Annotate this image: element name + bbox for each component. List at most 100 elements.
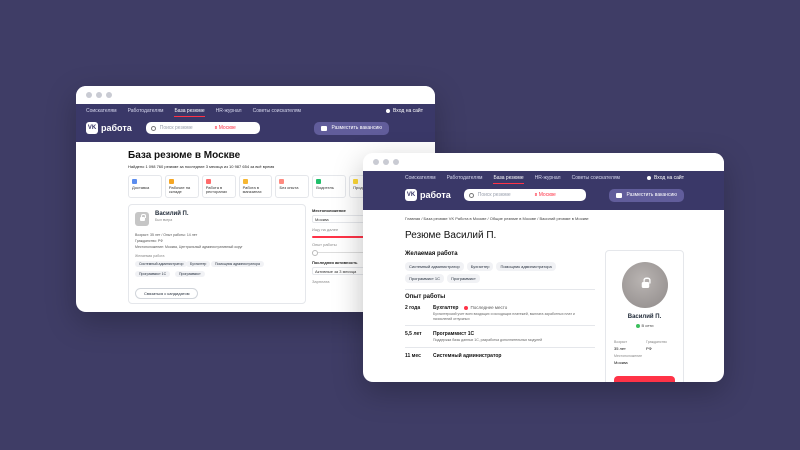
search-placeholder: Поиск резюме	[477, 192, 511, 198]
window-titlebar	[76, 86, 435, 104]
window-dot[interactable]	[373, 159, 379, 165]
dot-icon	[464, 305, 469, 310]
nav-item-employers[interactable]: Работодателям	[128, 108, 164, 114]
page-title: Резюме Василий П.	[405, 230, 497, 241]
badge-label: Последнее место	[470, 305, 508, 310]
login-link[interactable]: Вход на сайт	[386, 108, 423, 114]
search-icon	[150, 125, 156, 131]
job-chip[interactable]: Системный администратор	[135, 261, 188, 267]
online-dot-icon	[635, 323, 640, 328]
top-nav: Соискателям Работодателям База резюме HR…	[363, 171, 724, 185]
login-label: Вход на сайт	[654, 175, 684, 181]
top-nav: Соискателям Работодателям База резюме HR…	[76, 104, 435, 118]
search-icon	[468, 192, 474, 198]
post-vacancy-label: Разместить вакансию	[626, 192, 677, 198]
category-label: Рабочие на складе	[168, 185, 191, 195]
location-label: Местоположение	[614, 354, 643, 358]
briefcase-icon	[616, 192, 623, 198]
job-chip[interactable]: Программист	[447, 274, 480, 283]
nav-item-hr-journal[interactable]: HR-журнал	[535, 175, 561, 181]
job-chip[interactable]: Программист 1С	[405, 274, 445, 283]
category-label: Работа в магазинах	[242, 185, 262, 195]
job-chip[interactable]: Системный администратор	[405, 262, 464, 271]
location-value: Москва	[614, 360, 628, 365]
job-chip[interactable]: Помощник администратора	[496, 262, 556, 271]
window-titlebar	[363, 153, 724, 171]
site-header: Соискателям Работодателям База резюме HR…	[76, 104, 435, 142]
briefcase-icon	[321, 125, 328, 131]
last-seen: Был вчера	[155, 218, 173, 222]
nav-item-resume-base[interactable]: База резюме	[174, 108, 205, 117]
results-count: Найдено 1 098 760 резюме за последние 3 …	[128, 164, 275, 169]
category-tile[interactable]: Работа в магазинах	[238, 175, 273, 198]
search-input[interactable]: Поиск резюме в Москве	[145, 122, 260, 134]
experience-duration: 5,5 лет	[405, 331, 422, 338]
post-vacancy-label: Разместить вакансию	[331, 125, 382, 131]
job-chips: Системный администратор Бухгалтер Помощн…	[405, 262, 565, 283]
logo-text[interactable]: работа	[101, 123, 132, 133]
category-tile[interactable]: Рабочие на складе	[164, 175, 199, 198]
category-tile[interactable]: Работа в ресторанах	[201, 175, 236, 198]
location: Местоположение: Москва, Центральный адми…	[135, 245, 243, 249]
window-dot[interactable]	[106, 92, 112, 98]
window-dot[interactable]	[383, 159, 389, 165]
header-bar: VK работа Поиск резюме в Москве Размести…	[76, 118, 435, 142]
avatar	[622, 262, 668, 308]
status-label: В сети	[641, 323, 654, 328]
resume-card[interactable]: Василий П. Был вчера Возраст: 35 лет / О…	[128, 204, 306, 304]
divider	[405, 289, 595, 290]
contact-candidate-button[interactable]: Связаться с кандидатом	[135, 288, 199, 299]
window-dot[interactable]	[96, 92, 102, 98]
job-title: Бухгалтер	[433, 305, 459, 311]
job-chip[interactable]: Помощник администратора	[211, 261, 264, 267]
category-label: Работа в ресторанах	[205, 185, 228, 195]
vk-logo-icon[interactable]: VK	[405, 189, 417, 201]
experience-description: Бухгалтерский учет всех входящих и исход…	[433, 312, 575, 321]
login-link[interactable]: Вход на сайт	[647, 175, 684, 181]
job-chip[interactable]: Программист	[175, 271, 205, 277]
site-header: Соискателям Работодателям База резюме HR…	[363, 171, 724, 210]
logo-text[interactable]: работа	[420, 190, 451, 200]
category-label: Доставка	[132, 185, 150, 190]
age-experience: Возраст: 35 лет / Опыт работы: 14 лет	[135, 233, 198, 237]
nav-item-tips[interactable]: Советы соискателям	[253, 108, 301, 114]
candidate-name[interactable]: Василий П.	[155, 211, 189, 217]
lock-icon	[641, 277, 651, 288]
post-vacancy-button[interactable]: Разместить вакансию	[314, 121, 389, 135]
job-chip[interactable]: Бухгалтер	[466, 262, 494, 271]
restaurant-icon	[205, 179, 211, 184]
search-city[interactable]: в Москве	[215, 125, 236, 131]
desired-work-label: Желаемая работа	[135, 254, 165, 258]
nav-item-applicants[interactable]: Соискателям	[405, 175, 436, 181]
experience-description: Поддержка базы данных 1С, разработка доп…	[433, 338, 543, 343]
last-place-badge: Последнее место	[464, 305, 507, 310]
search-city[interactable]: в Москве	[535, 192, 556, 198]
citizenship: Гражданство: РФ	[135, 239, 163, 243]
search-input[interactable]: Поиск резюме в Москве	[463, 189, 586, 201]
vk-logo-icon[interactable]: VK	[86, 122, 98, 134]
job-chip[interactable]: Бухгалтер	[186, 261, 211, 267]
category-label: Водитель	[316, 185, 334, 190]
post-vacancy-button[interactable]: Разместить вакансию	[609, 188, 684, 202]
contact-button[interactable]	[614, 376, 675, 382]
divider	[405, 346, 595, 348]
nav-item-resume-base[interactable]: База резюме	[493, 175, 524, 184]
category-tile[interactable]: Доставка	[128, 175, 162, 198]
resume-window: Соискателям Работодателям База резюме HR…	[363, 153, 724, 382]
delivery-icon	[132, 179, 137, 184]
category-list: Доставка Рабочие на складе Работа в рестор…	[128, 175, 384, 198]
store-icon	[242, 179, 248, 184]
breadcrumb[interactable]: Главная / База резюме VK Работа в Москве…	[405, 216, 714, 221]
experience-duration: 11 мес	[405, 352, 421, 359]
job-chip[interactable]: Программист 1С	[135, 271, 171, 277]
category-tile[interactable]: Водитель	[312, 175, 347, 198]
warehouse-icon	[168, 179, 174, 184]
nav-item-tips[interactable]: Советы соискателям	[572, 175, 620, 181]
category-tile[interactable]: Без опыта	[275, 175, 310, 198]
window-dot[interactable]	[86, 92, 92, 98]
window-dot[interactable]	[393, 159, 399, 165]
nav-item-hr-journal[interactable]: HR-журнал	[216, 108, 242, 114]
job-title: Системный администратор	[433, 352, 502, 359]
nav-item-employers[interactable]: Работодателям	[447, 175, 483, 181]
nav-item-applicants[interactable]: Соискателям	[86, 108, 117, 114]
